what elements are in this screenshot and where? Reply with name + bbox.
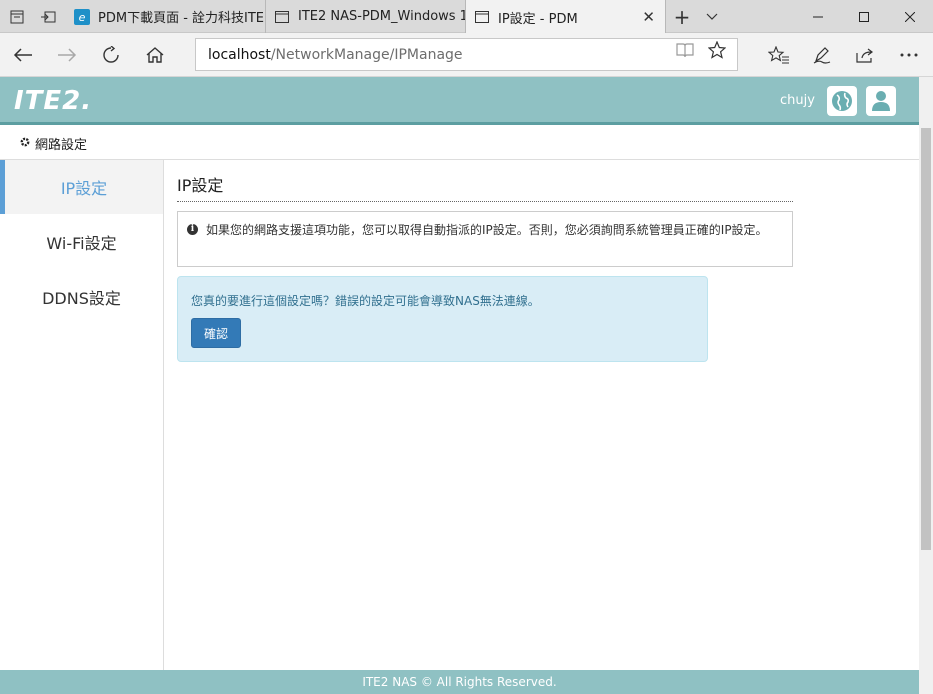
minimize-icon[interactable] bbox=[795, 0, 841, 33]
sidebar-item-label: Wi-Fi設定 bbox=[46, 234, 117, 253]
refresh-icon[interactable] bbox=[97, 41, 125, 69]
app-header: ITE2. chujy bbox=[0, 77, 919, 125]
close-tab-icon[interactable]: ✕ bbox=[642, 8, 655, 26]
more-menu-icon[interactable] bbox=[895, 41, 923, 69]
globe-icon[interactable] bbox=[827, 86, 857, 116]
tab-ip-settings[interactable]: IP設定 - PDM ✕ bbox=[466, 0, 666, 34]
share-icon[interactable] bbox=[851, 41, 879, 69]
set-tabs-aside-icon[interactable] bbox=[37, 6, 59, 28]
reading-view-icon[interactable] bbox=[674, 40, 696, 60]
scrollbar-thumb[interactable] bbox=[921, 128, 931, 550]
forward-icon[interactable] bbox=[53, 41, 81, 69]
info-text: 如果您的網路支援這項功能，您可以取得自動指派的IP設定。否則，您必須詢問系統管理… bbox=[206, 223, 768, 237]
sidebar-item-label: DDNS設定 bbox=[42, 289, 121, 308]
pen-notes-icon[interactable] bbox=[808, 41, 836, 69]
favorite-star-icon[interactable] bbox=[706, 40, 728, 60]
favorites-hub-icon[interactable] bbox=[765, 41, 793, 69]
edge-e-icon: e bbox=[74, 8, 90, 25]
sidebar: IP設定 Wi-Fi設定 DDNS設定 bbox=[0, 160, 164, 670]
address-bar[interactable]: localhost/NetworkManage/IPManage bbox=[195, 38, 738, 71]
web-page: ITE2. chujy 網路設定 IP設定 Wi-Fi設定 DDNS設定 IP設… bbox=[0, 77, 919, 694]
new-tab-icon[interactable]: + bbox=[671, 5, 693, 29]
close-window-icon[interactable] bbox=[887, 0, 933, 33]
page-icon bbox=[274, 9, 290, 25]
tab-ite2-nas[interactable]: ITE2 NAS-PDM_Windows 1( bbox=[266, 0, 466, 33]
sidebar-item-label: IP設定 bbox=[60, 179, 108, 198]
maximize-icon[interactable] bbox=[841, 0, 887, 33]
sidebar-item-ddns[interactable]: DDNS設定 bbox=[0, 270, 163, 324]
tab-pdm-download[interactable]: e PDM下載頁面 - 詮力科技ITE bbox=[66, 0, 266, 33]
chevron-down-icon[interactable] bbox=[701, 6, 723, 28]
address-path: /NetworkManage/IPManage bbox=[270, 46, 463, 63]
sidebar-item-wifi[interactable]: Wi-Fi設定 bbox=[0, 215, 163, 269]
browser-tab-bar: e PDM下載頁面 - 詮力科技ITE ITE2 NAS-PDM_Windows… bbox=[0, 0, 933, 34]
tab-title: IP設定 - PDM bbox=[498, 11, 578, 27]
info-box: i 如果您的網路支援這項功能，您可以取得自動指派的IP設定。否則，您必須詢問系統… bbox=[177, 211, 793, 267]
info-icon: i bbox=[187, 224, 198, 235]
address-host: localhost bbox=[208, 46, 271, 63]
tab-list-icon[interactable] bbox=[6, 6, 28, 28]
ite2-logo[interactable]: ITE2. bbox=[14, 86, 92, 116]
confirm-alert: 您真的要進行這個設定嗎？錯誤的設定可能會導致NAS無法連線。 確認 bbox=[177, 276, 708, 362]
confirm-button[interactable]: 確認 bbox=[191, 318, 241, 348]
home-icon[interactable] bbox=[141, 41, 169, 69]
breadcrumb-label: 網路設定 bbox=[35, 138, 88, 153]
page-icon bbox=[474, 9, 490, 25]
back-icon[interactable] bbox=[9, 41, 37, 69]
svg-text:e: e bbox=[79, 11, 86, 24]
username[interactable]: chujy bbox=[780, 93, 815, 108]
browser-nav-bar: localhost/NetworkManage/IPManage bbox=[0, 33, 933, 77]
user-icon[interactable] bbox=[866, 86, 896, 116]
alert-text: 您真的要進行這個設定嗎？錯誤的設定可能會導致NAS無法連線。 bbox=[191, 294, 540, 308]
tab-title: PDM下載頁面 - 詮力科技ITE bbox=[98, 11, 265, 26]
footer: ITE2 NAS © All Rights Reserved. bbox=[0, 670, 919, 694]
gear-icon bbox=[19, 136, 31, 152]
breadcrumb: 網路設定 bbox=[0, 128, 919, 160]
sidebar-item-ip[interactable]: IP設定 bbox=[0, 160, 163, 214]
tab-title: ITE2 NAS-PDM_Windows 1( bbox=[298, 9, 465, 24]
page-title: IP設定 bbox=[177, 172, 793, 202]
